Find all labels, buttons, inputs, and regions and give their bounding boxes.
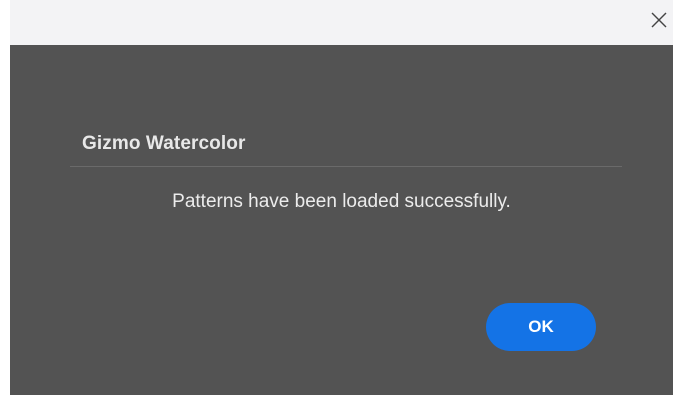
dialog-message: Patterns have been loaded successfully.: [172, 191, 511, 212]
close-button[interactable]: [647, 8, 671, 32]
title-divider: [70, 166, 622, 167]
titlebar: [10, 0, 673, 45]
ok-button[interactable]: OK: [486, 303, 596, 351]
window: Gizmo Watercolor Patterns have been load…: [0, 0, 673, 412]
dialog-title: Gizmo Watercolor: [82, 133, 246, 154]
dialog: Gizmo Watercolor Patterns have been load…: [10, 45, 673, 395]
close-icon: [651, 12, 667, 28]
